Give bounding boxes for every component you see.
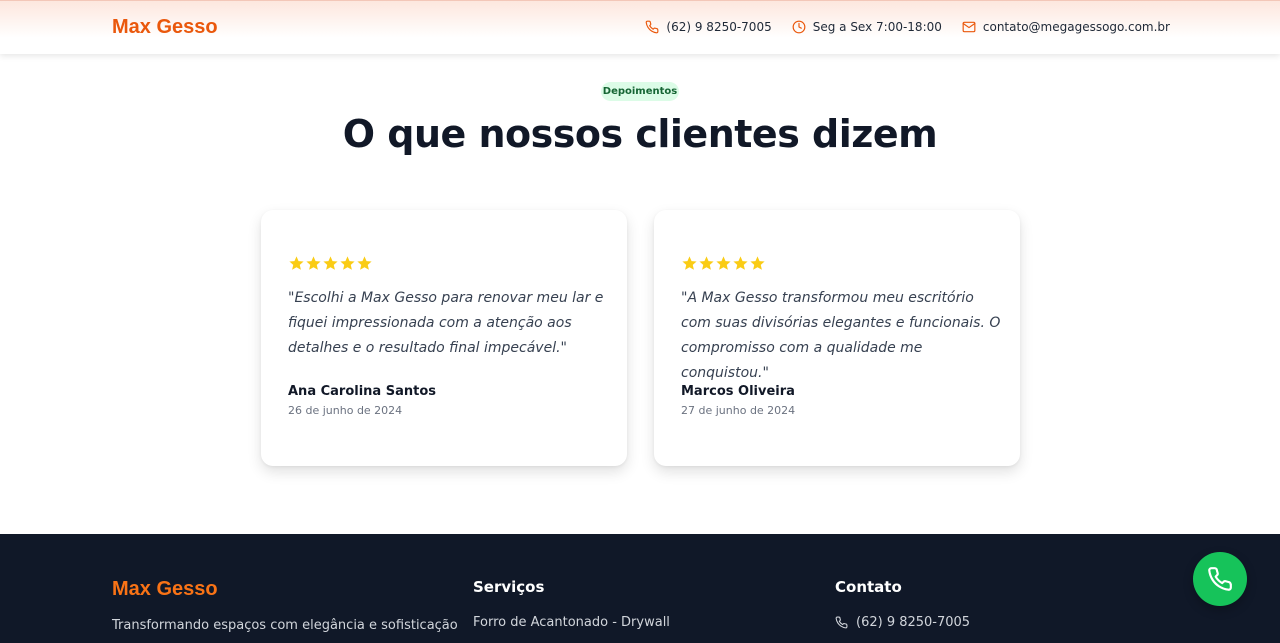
star-icon bbox=[682, 256, 697, 270]
section-badge: Depoimentos bbox=[601, 82, 679, 101]
header-phone[interactable]: (62) 9 8250-7005 bbox=[645, 20, 772, 34]
mail-icon bbox=[962, 21, 976, 33]
testimonial-card: "Escolhi a Max Gesso para renovar meu la… bbox=[261, 210, 627, 466]
testimonial-author: Marcos Oliveira bbox=[681, 384, 795, 399]
testimonial-date: 26 de junho de 2024 bbox=[288, 404, 403, 417]
footer-phone-text: (62) 9 8250-7005 bbox=[856, 615, 971, 630]
header-hours-text: Seg a Sex 7:00-18:00 bbox=[812, 20, 942, 34]
phone-icon bbox=[835, 616, 848, 629]
testimonial-quote: "A Max Gesso transformou meu escritório … bbox=[681, 290, 1001, 381]
header-phone-text: (62) 9 8250-7005 bbox=[666, 20, 772, 34]
star-rating bbox=[681, 255, 766, 272]
phone-call-icon bbox=[1208, 567, 1232, 591]
star-icon bbox=[733, 256, 748, 270]
testimonial-date: 27 de junho de 2024 bbox=[681, 404, 796, 417]
header-email-text: contato@megagessogo.com.br bbox=[982, 20, 1170, 34]
star-icon bbox=[750, 256, 765, 270]
footer-tagline: Transformando espaços com elegância e so… bbox=[112, 618, 458, 633]
star-rating bbox=[288, 255, 373, 272]
star-icon bbox=[323, 256, 338, 270]
testimonial-author: Ana Carolina Santos bbox=[288, 384, 437, 399]
star-icon bbox=[716, 256, 731, 270]
star-icon bbox=[289, 256, 304, 270]
footer-contact-heading: Contato bbox=[835, 578, 902, 596]
footer-service-link[interactable]: Forro de Acantonado - Drywall bbox=[473, 615, 670, 630]
phone-icon bbox=[646, 20, 659, 34]
header-email[interactable]: contato@megagessogo.com.br bbox=[962, 20, 1170, 34]
footer-phone[interactable]: (62) 9 8250-7005 bbox=[835, 615, 970, 630]
header-hours: Seg a Sex 7:00-18:00 bbox=[792, 20, 942, 34]
star-icon bbox=[357, 256, 372, 270]
site-footer: Max Gesso Transformando espaços com eleg… bbox=[0, 534, 1280, 643]
site-header: Max Gesso (62) 9 8250-7005 Seg a Sex 7:0… bbox=[0, 0, 1280, 54]
star-icon bbox=[306, 256, 321, 270]
footer-services-heading: Serviços bbox=[473, 578, 545, 596]
site-logo[interactable]: Max Gesso bbox=[112, 16, 218, 39]
star-icon bbox=[340, 256, 355, 270]
star-icon bbox=[699, 256, 714, 270]
testimonial-quote: "Escolhi a Max Gesso para renovar meu la… bbox=[288, 290, 604, 356]
contact-bar: (62) 9 8250-7005 Seg a Sex 7:00-18:00 co… bbox=[625, 20, 1170, 34]
section-title: O que nossos clientes dizem bbox=[342, 112, 938, 156]
clock-icon bbox=[792, 20, 806, 34]
footer-logo[interactable]: Max Gesso bbox=[112, 578, 218, 601]
testimonial-card: "A Max Gesso transformou meu escritório … bbox=[654, 210, 1020, 466]
floating-call-button[interactable] bbox=[1193, 552, 1247, 606]
